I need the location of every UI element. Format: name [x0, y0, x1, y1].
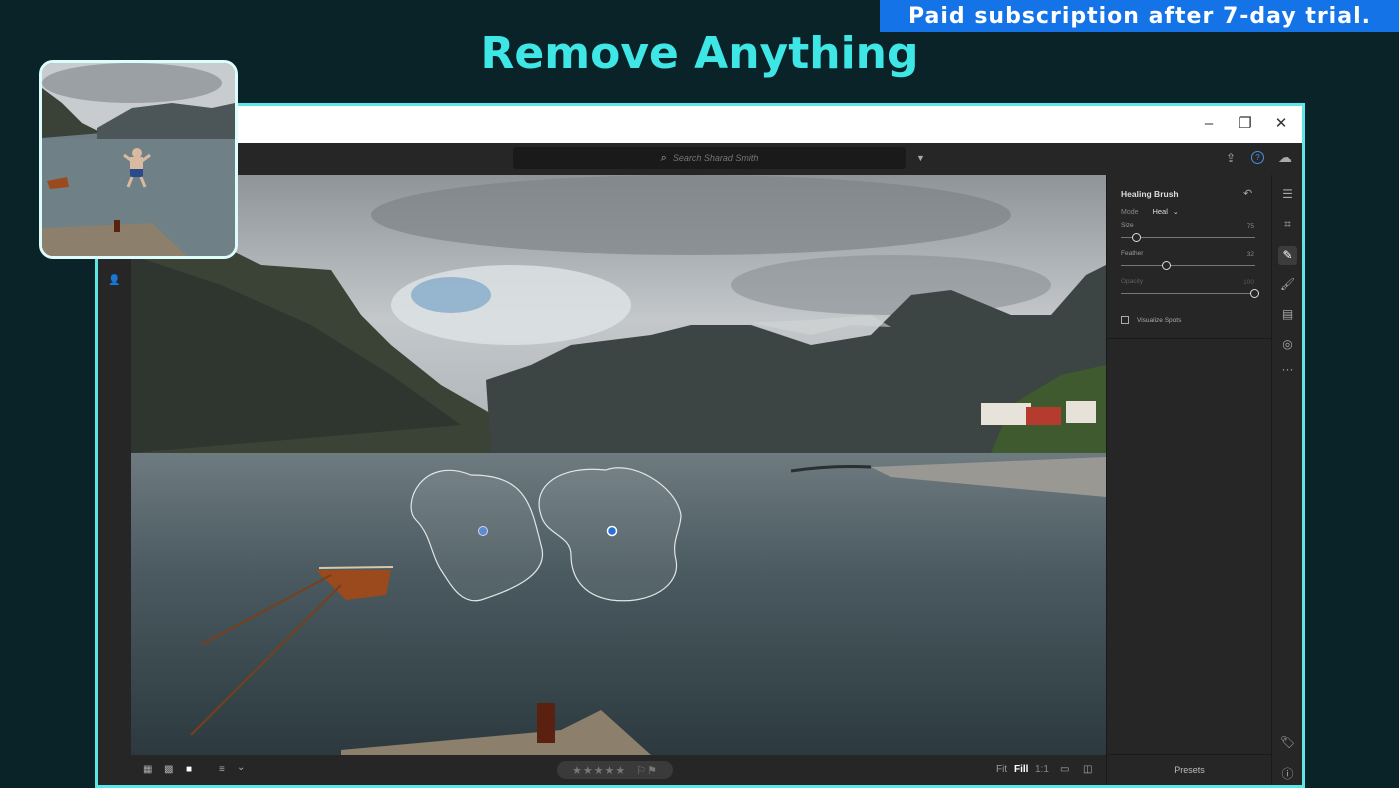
sort-icon[interactable]: ≡	[219, 764, 225, 775]
radial-gradient-icon[interactable]: ◎	[1272, 337, 1302, 351]
presets-button[interactable]: Presets	[1107, 754, 1272, 785]
close-button[interactable]: ✕	[1267, 110, 1295, 136]
reset-icon[interactable]: ↶	[1243, 187, 1252, 200]
brush-icon[interactable]: 🖌	[1272, 277, 1302, 291]
fjord-photo	[131, 175, 1106, 755]
size-label: Size	[1121, 222, 1134, 229]
zoom-fill[interactable]: Fill	[1014, 764, 1028, 775]
size-value: 75	[1246, 223, 1254, 230]
tag-icon[interactable]: 🏷	[1272, 735, 1302, 749]
edit-panel: Healing Brush ↶ Mode Heal ⌄ Size 75 Feat…	[1106, 175, 1272, 785]
crop-icon[interactable]: ⌗	[1272, 217, 1302, 232]
rating-flags-pill: ★★★★★ ⚐⚑	[557, 761, 673, 779]
zoom-one-to-one[interactable]: 1:1	[1035, 764, 1049, 775]
photo-canvas[interactable]	[131, 175, 1106, 755]
feather-slider-knob[interactable]	[1161, 260, 1171, 270]
share-icon[interactable]: ⇪	[1226, 151, 1236, 165]
visualize-spots-checkbox[interactable]	[1121, 316, 1129, 324]
sort-chevron-icon[interactable]: ⌄	[237, 762, 245, 773]
opacity-value: 100	[1243, 279, 1254, 286]
zoom-fit[interactable]: Fit	[996, 764, 1007, 775]
grid-small-icon[interactable]: ▦	[143, 764, 152, 775]
grid-large-icon[interactable]: ▩	[164, 764, 173, 775]
star-rating[interactable]: ★★★★★	[572, 764, 626, 777]
minimize-button[interactable]: –	[1195, 110, 1223, 136]
visualize-spots-label: Visualize Spots	[1137, 316, 1182, 324]
left-strip: 👤	[98, 175, 131, 785]
chevron-down-icon[interactable]: ⌄	[1173, 209, 1179, 216]
opacity-label: Opacity	[1121, 278, 1144, 285]
app-window: – ❐ ✕ ⌕ Search Sharad Smith ▼ ⇪ ? ☁ 👤 ▦ …	[95, 103, 1305, 788]
cloud-icon[interactable]: ☁	[1278, 149, 1292, 166]
mode-row: Mode Heal ⌄	[1121, 207, 1179, 216]
tool-strip: ☰ ⌗ ✎ 🖌 ▤ ◎ ··· 🏷 ⓘ	[1271, 175, 1302, 785]
opacity-slider-knob[interactable]	[1250, 288, 1259, 298]
size-slider-knob[interactable]	[1132, 232, 1142, 242]
help-icon[interactable]: ?	[1251, 151, 1264, 164]
search-input[interactable]: ⌕ Search Sharad Smith	[513, 147, 906, 169]
feather-value: 32	[1246, 251, 1254, 258]
more-icon[interactable]: ···	[1272, 362, 1302, 376]
compare-icon[interactable]: ◫	[1083, 764, 1092, 775]
search-icon: ⌕	[660, 151, 667, 164]
visualize-spots-row[interactable]: Visualize Spots	[1121, 316, 1181, 324]
feather-slider[interactable]	[1121, 260, 1255, 270]
panel-title: Healing Brush	[1121, 189, 1179, 199]
size-slider[interactable]	[1121, 232, 1255, 242]
title-bar: – ❐ ✕	[98, 106, 1302, 143]
people-icon[interactable]: 👤	[108, 275, 120, 286]
before-thumbnail	[39, 60, 238, 259]
info-icon[interactable]: ⓘ	[1272, 765, 1302, 782]
bottom-bar: ▦ ▩ ■ ≡ ⌄ ★★★★★ ⚐⚑ Fit Fill 1:1 ▭ ◫	[131, 755, 1106, 785]
linear-gradient-icon[interactable]: ▤	[1272, 307, 1302, 321]
restore-button[interactable]: ❐	[1231, 110, 1259, 136]
healing-brush-icon[interactable]: ✎	[1278, 246, 1297, 265]
feather-label: Feather	[1121, 250, 1144, 257]
flag-icons[interactable]: ⚐⚑	[636, 764, 658, 777]
filter-icon[interactable]: ▼	[916, 153, 925, 163]
before-photo	[42, 63, 235, 256]
mode-dropdown[interactable]: Heal	[1152, 207, 1167, 216]
single-view-icon[interactable]: ■	[186, 764, 192, 775]
mode-label: Mode	[1121, 209, 1139, 216]
search-placeholder: Search Sharad Smith	[672, 153, 759, 163]
opacity-slider[interactable]	[1121, 288, 1259, 298]
panel-divider	[1107, 338, 1272, 339]
top-toolbar: ⌕ Search Sharad Smith ▼ ⇪ ? ☁	[98, 143, 1302, 175]
filmstrip-icon[interactable]: ▭	[1060, 764, 1069, 775]
sliders-icon[interactable]: ☰	[1272, 187, 1302, 201]
